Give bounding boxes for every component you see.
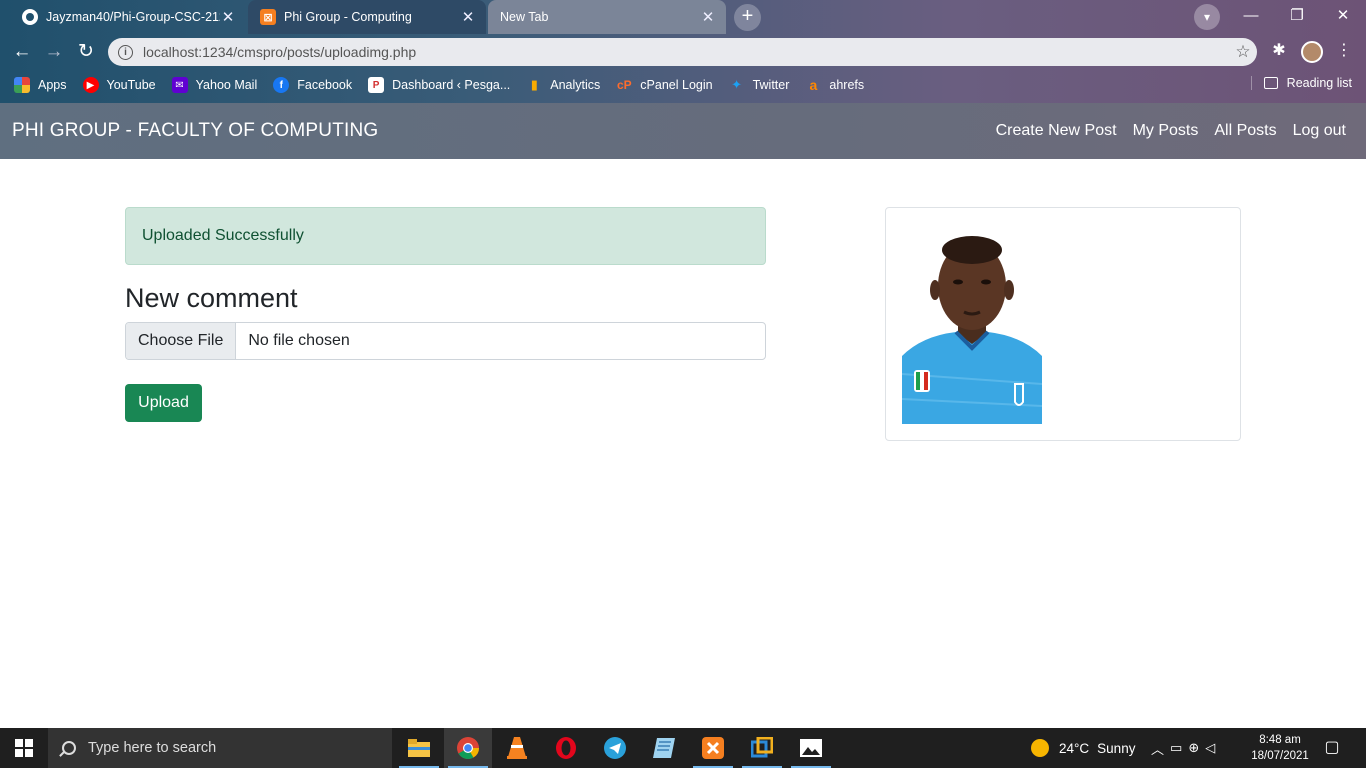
weather-widget[interactable]: 24°C Sunny xyxy=(1031,728,1135,768)
file-status: No file chosen xyxy=(248,332,350,349)
back-arrow-icon[interactable]: ← xyxy=(8,38,36,66)
info-icon[interactable]: i xyxy=(118,44,133,60)
taskbar-search[interactable]: Type here to search xyxy=(48,728,392,768)
tab-title: Phi Group - Computing xyxy=(284,10,412,24)
bookmark-twitter[interactable]: ✦ Twitter xyxy=(729,77,789,93)
sun-icon xyxy=(1031,739,1049,757)
reading-list-icon xyxy=(1263,77,1278,89)
xampp-taskbar-icon[interactable] xyxy=(689,728,737,768)
analytics-icon: ▮ xyxy=(530,77,538,92)
bookmarks-bar: Apps ▶ YouTube ✉ Yahoo Mail f Facebook P… xyxy=(0,70,1366,100)
clock-time: 8:48 am xyxy=(1259,734,1301,746)
photos-icon[interactable] xyxy=(787,728,835,768)
uploaded-photo xyxy=(902,224,1042,424)
tab-title: Jayzman40/Phi-Group-CSC-212: xyxy=(46,10,220,24)
github-icon xyxy=(22,9,38,25)
nav-all-posts[interactable]: All Posts xyxy=(1214,122,1276,140)
bookmark-yahoo-mail[interactable]: ✉ Yahoo Mail xyxy=(171,77,257,93)
image-card xyxy=(885,207,1241,441)
restore-icon[interactable]: ❐ xyxy=(1274,4,1320,28)
chrome-icon[interactable] xyxy=(444,728,492,768)
choose-file-button[interactable]: Choose File xyxy=(126,323,237,359)
tab-strip: Jayzman40/Phi-Group-CSC-212: ✕ ⊠ Phi Gro… xyxy=(0,0,1366,34)
notification-icon[interactable]: ▢ xyxy=(1318,737,1346,759)
bookmark-dashboard[interactable]: P Dashboard ‹ Pesga... xyxy=(368,77,510,93)
reading-list[interactable]: Reading list xyxy=(1250,76,1352,90)
file-input[interactable]: Choose File No file chosen xyxy=(125,322,766,360)
bookmark-facebook[interactable]: f Facebook xyxy=(273,77,352,93)
pesga-icon: P xyxy=(368,77,385,93)
browser-chrome: Jayzman40/Phi-Group-CSC-212: ✕ ⊠ Phi Gro… xyxy=(0,0,1366,103)
close-icon[interactable]: ✕ xyxy=(700,8,716,26)
nav-create-new-post[interactable]: Create New Post xyxy=(996,122,1117,140)
tab-phi-group[interactable]: ⊠ Phi Group - Computing ✕ xyxy=(248,0,486,34)
close-icon[interactable]: ✕ xyxy=(460,8,476,26)
tab-search-chevron-icon[interactable]: ▾ xyxy=(1194,4,1220,30)
search-icon xyxy=(62,741,76,755)
nav-my-posts[interactable]: My Posts xyxy=(1133,122,1199,140)
menu-kebab-icon[interactable]: ⋮ xyxy=(1332,40,1356,60)
tab-new-tab[interactable]: New Tab ✕ xyxy=(488,0,726,34)
page-title: New comment xyxy=(125,283,298,313)
site-brand[interactable]: PHI GROUP - FACULTY OF COMPUTING xyxy=(12,120,378,142)
battery-icon[interactable]: ▭ xyxy=(1170,740,1188,756)
tab-title: New Tab xyxy=(500,10,549,24)
window-close-icon[interactable]: ✕ xyxy=(1320,4,1366,28)
taskbar-clock[interactable]: 8:48 am 18/07/2021 xyxy=(1248,732,1312,764)
youtube-icon: ▶ xyxy=(82,77,99,93)
notes-app-icon[interactable] xyxy=(640,728,688,768)
weather-temp: 24°C xyxy=(1059,740,1090,756)
browser-toolbar: ← → ↻ i localhost:1234/cmspro/posts/uplo… xyxy=(0,34,1366,70)
xampp-icon: ⊠ xyxy=(260,9,276,25)
bookmark-star-icon[interactable]: ☆ xyxy=(1229,42,1257,62)
bookmark-apps[interactable]: Apps xyxy=(14,77,67,93)
profile-avatar[interactable] xyxy=(1301,41,1323,63)
extensions-puzzle-icon[interactable]: ✱ xyxy=(1267,40,1291,60)
minimize-icon[interactable]: — xyxy=(1228,4,1274,28)
address-bar[interactable]: i localhost:1234/cmspro/posts/uploadimg.… xyxy=(108,38,1257,66)
tab-github[interactable]: Jayzman40/Phi-Group-CSC-212: ✕ xyxy=(10,0,246,34)
facebook-icon: f xyxy=(273,77,290,93)
bookmark-youtube[interactable]: ▶ YouTube xyxy=(82,77,156,93)
twitter-icon: ✦ xyxy=(731,77,743,92)
bookmark-cpanel[interactable]: cP cPanel Login xyxy=(616,77,713,93)
nav-log-out[interactable]: Log out xyxy=(1293,122,1346,140)
nav-links: Create New Post My Posts All Posts Log o… xyxy=(980,122,1346,140)
ahrefs-icon: a xyxy=(809,77,818,93)
site-navbar: PHI GROUP - FACULTY OF COMPUTING Create … xyxy=(0,103,1366,159)
speaker-icon[interactable]: ◁ xyxy=(1205,740,1221,756)
system-tray: ︿ ▭ ⊕ ◁ xyxy=(1151,728,1221,768)
apps-grid-icon xyxy=(14,77,30,93)
globe-network-icon[interactable]: ⊕ xyxy=(1188,740,1205,756)
yahoo-mail-icon: ✉ xyxy=(171,77,188,93)
success-alert: Uploaded Successfully xyxy=(125,207,766,265)
chevron-up-icon[interactable]: ︿ xyxy=(1151,739,1170,758)
windows-start-icon[interactable] xyxy=(0,728,48,768)
new-tab-plus-icon[interactable]: + xyxy=(734,4,761,31)
windows-taskbar: Type here to search 24°C Sunny ︿ ▭ ⊕ ◁ 8… xyxy=(0,728,1366,768)
cpanel-icon: cP xyxy=(616,78,632,92)
telegram-icon[interactable] xyxy=(591,728,639,768)
bookmark-analytics[interactable]: ▮ Analytics xyxy=(526,77,601,93)
weather-desc: Sunny xyxy=(1097,740,1136,756)
opera-icon[interactable] xyxy=(542,728,590,768)
virtualbox-icon[interactable] xyxy=(738,728,786,768)
vlc-icon[interactable] xyxy=(493,728,541,768)
close-icon[interactable]: ✕ xyxy=(220,8,236,26)
file-explorer-icon[interactable] xyxy=(395,728,443,768)
forward-arrow-icon[interactable]: → xyxy=(40,38,68,66)
bookmark-ahrefs[interactable]: a ahrefs xyxy=(805,77,864,93)
reload-icon[interactable]: ↻ xyxy=(72,38,100,66)
search-placeholder: Type here to search xyxy=(88,740,217,756)
upload-button[interactable]: Upload xyxy=(125,384,202,422)
clock-date: 18/07/2021 xyxy=(1251,750,1309,762)
address-url: localhost:1234/cmspro/posts/uploadimg.ph… xyxy=(143,44,417,60)
